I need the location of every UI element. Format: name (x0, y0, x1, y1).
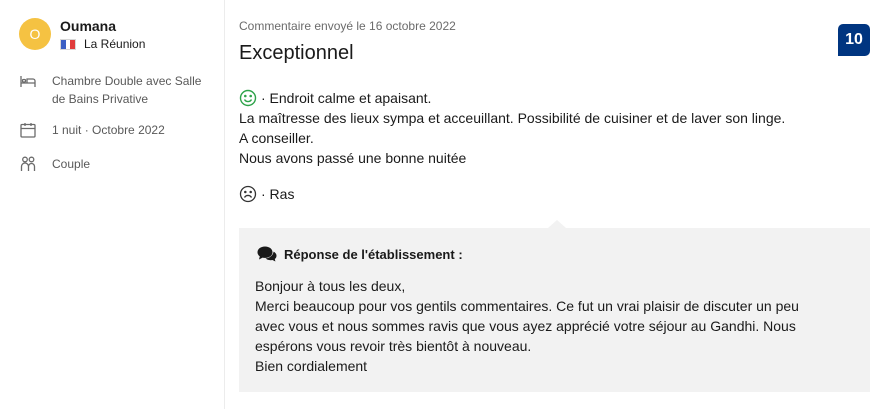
people-icon (20, 156, 36, 171)
positive-line: A conseiller. (239, 130, 314, 146)
review-score-badge: 10 (838, 24, 870, 56)
frown-icon (239, 185, 257, 203)
positive-line: La maîtresse des lieux sympa et acceuill… (239, 110, 786, 126)
positive-line: Nous avons passé une bonne nuitée (239, 150, 467, 166)
reviewer-name: Oumana (60, 18, 117, 34)
reply-line: avec vous et nous sommes ravis que vous … (255, 318, 796, 334)
chat-bubbles-icon (257, 246, 277, 262)
smile-icon (239, 89, 257, 107)
reply-body: Bonjour à tous les deux, Merci beaucoup … (255, 276, 845, 376)
review-title: Exceptionnel (239, 42, 354, 64)
room-type-row: Chambre Double avec Salle de Bains Priva… (19, 72, 217, 108)
reply-pointer (548, 220, 566, 228)
reply-title: Réponse de l'établissement : (284, 246, 463, 262)
reviewer-country: La Réunion (60, 37, 145, 51)
reply-line: Merci beaucoup pour vos gentils commenta… (255, 298, 799, 314)
country-label: La Réunion (84, 37, 146, 51)
positive-line: · Endroit calme et apaisant. (261, 90, 432, 106)
positive-comment: · Endroit calme et apaisant. La maîtress… (239, 88, 839, 168)
france-flag-icon (60, 38, 76, 50)
nights-count: 1 nuit (52, 123, 82, 137)
reply-heading: Réponse de l'établissement : (256, 245, 463, 263)
negative-comment: · Ras (239, 184, 294, 204)
room-type: Chambre Double avec Salle de Bains Priva… (52, 74, 202, 106)
reply-line: espérons vous revoir très bientôt à nouv… (255, 338, 532, 354)
negative-text: · Ras (261, 186, 295, 202)
bed-icon (20, 76, 36, 87)
review-date: Commentaire envoyé le 16 octobre 2022 (239, 19, 456, 33)
stay-month: Octobre 2022 (92, 123, 165, 137)
separator-dot: · (84, 123, 93, 137)
reply-line: Bien cordialement (255, 358, 368, 374)
traveler-type-row: Couple (19, 155, 90, 173)
property-reply: Réponse de l'établissement : Bonjour à t… (239, 228, 870, 392)
stay-date-row: 1 nuit · Octobre 2022 (19, 121, 165, 139)
avatar: O (19, 18, 51, 50)
calendar-icon (20, 123, 36, 138)
reply-line: Bonjour à tous les deux, (255, 278, 406, 294)
reviewer-panel: O Oumana La Réunion Chambre Double avec … (0, 0, 225, 409)
traveler-type: Couple (52, 157, 91, 171)
